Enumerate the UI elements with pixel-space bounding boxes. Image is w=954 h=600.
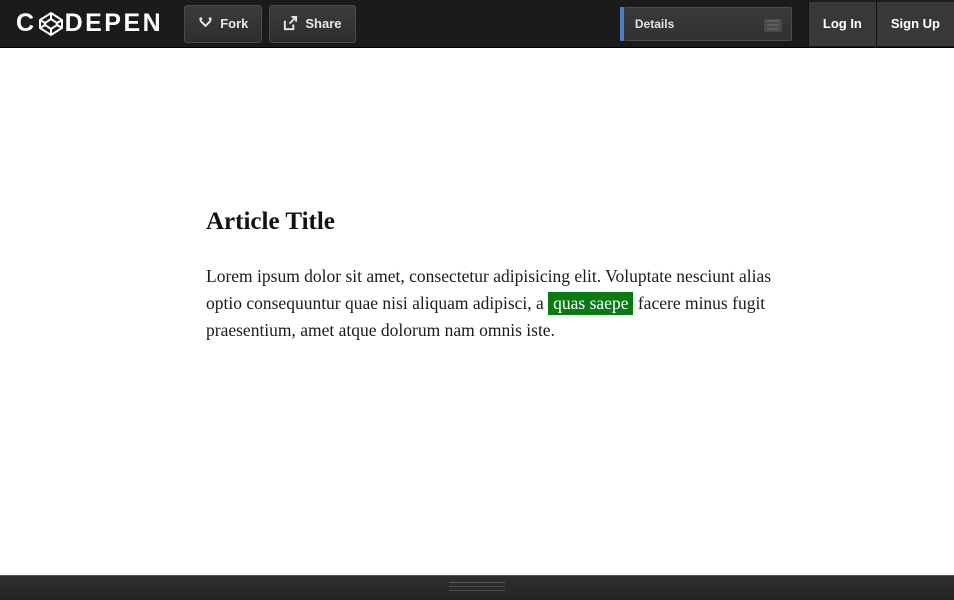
log-in-label: Log In xyxy=(823,16,862,31)
sign-up-button[interactable]: Sign Up xyxy=(876,2,954,46)
details-label: Details xyxy=(635,17,674,31)
details-panel[interactable]: Details xyxy=(624,7,792,41)
list-menu-icon[interactable] xyxy=(764,19,782,32)
pen-result-iframe: Article Title Lorem ipsum dolor sit amet… xyxy=(0,48,954,575)
share-icon xyxy=(283,16,298,31)
article: Article Title Lorem ipsum dolor sit amet… xyxy=(206,208,806,344)
auth-buttons: Log In Sign Up xyxy=(808,0,954,48)
log-in-button[interactable]: Log In xyxy=(808,2,876,46)
grip-line xyxy=(449,586,505,587)
menu-line xyxy=(767,24,779,26)
page-title: Article Title xyxy=(206,208,806,236)
article-paragraph: Lorem ipsum dolor sit amet, consectetur … xyxy=(206,263,806,344)
menu-line xyxy=(767,20,779,22)
resize-grip-icon[interactable] xyxy=(449,580,505,592)
highlighted-text: quas saepe xyxy=(548,292,633,315)
share-button[interactable]: Share xyxy=(269,5,355,43)
logo-text-before: C xyxy=(16,9,37,38)
grip-line xyxy=(449,590,505,591)
top-header-bar: C DEPEN xyxy=(0,0,954,48)
fork-button[interactable]: Fork xyxy=(184,5,262,43)
fork-button-label: Fork xyxy=(220,16,248,31)
codepen-logo[interactable]: C DEPEN xyxy=(0,0,177,48)
editor-resize-bar[interactable] xyxy=(0,575,954,600)
codepen-pen-preview: C DEPEN xyxy=(0,0,954,600)
logo-text-after: DEPEN xyxy=(65,9,164,38)
grip-line xyxy=(449,582,505,583)
menu-line xyxy=(767,28,779,30)
details-accent-bar xyxy=(620,7,624,41)
fork-icon xyxy=(198,16,213,31)
sign-up-label: Sign Up xyxy=(891,16,940,31)
share-button-label: Share xyxy=(305,16,341,31)
codepen-cube-icon xyxy=(38,11,64,37)
